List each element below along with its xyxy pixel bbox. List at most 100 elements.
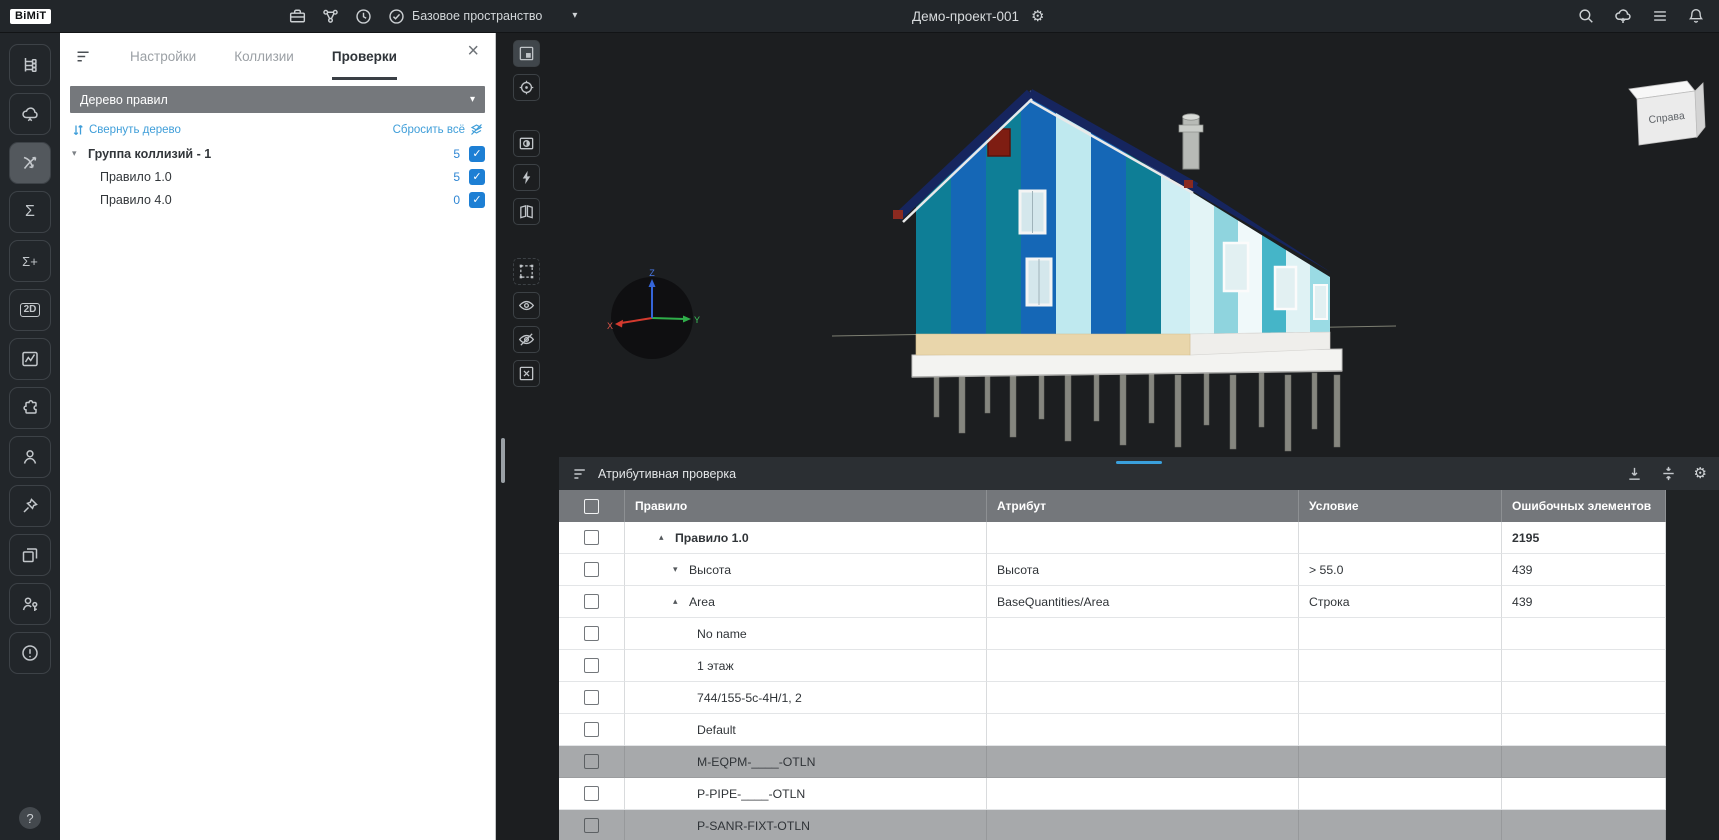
notifications-button[interactable] bbox=[1687, 7, 1705, 25]
project-settings-button[interactable]: ⚙ bbox=[1031, 9, 1044, 24]
caret-down-icon[interactable]: ▾ bbox=[72, 148, 88, 159]
reset-all-link[interactable]: Сбросить всё bbox=[393, 123, 483, 136]
panel-menu-button[interactable] bbox=[75, 48, 92, 65]
rule-condition bbox=[1299, 522, 1502, 554]
toolbox-button[interactable] bbox=[288, 7, 307, 26]
fit-vertical-button[interactable] bbox=[1660, 465, 1677, 482]
cloud-publish-button[interactable] bbox=[1613, 6, 1633, 26]
tab-collisions[interactable]: Коллизии bbox=[234, 33, 294, 80]
row-checkbox[interactable] bbox=[584, 562, 599, 577]
row-checkbox[interactable] bbox=[584, 594, 599, 609]
caret-up-icon[interactable]: ▴ bbox=[673, 596, 689, 607]
fit-selection-button[interactable] bbox=[513, 40, 540, 67]
row-checkbox[interactable] bbox=[584, 626, 599, 641]
table-row[interactable]: No name bbox=[559, 618, 1719, 650]
table-row[interactable]: ▴Area BaseQuantities/Area Строка 439 bbox=[559, 586, 1719, 618]
row-checkbox[interactable] bbox=[584, 722, 599, 737]
collision-count: 0 bbox=[453, 193, 460, 207]
rule-errors: 439 bbox=[1502, 554, 1666, 586]
align-bottom-button[interactable] bbox=[1626, 465, 1643, 482]
selection-box-button[interactable] bbox=[513, 258, 540, 285]
table-row[interactable]: ▾Высота Высота > 55.0 439 bbox=[559, 554, 1719, 586]
rail-users-button[interactable] bbox=[9, 436, 51, 478]
target-icon bbox=[518, 79, 535, 96]
rail-cloud-sync-button[interactable] bbox=[9, 93, 51, 135]
column-header-condition: Условие bbox=[1299, 490, 1502, 522]
tree-item-rule-4[interactable]: Правило 4.0 0 ✓ bbox=[60, 188, 495, 211]
panel-menu-button[interactable] bbox=[572, 466, 588, 482]
render-mode-button[interactable] bbox=[513, 130, 540, 157]
table-row[interactable]: Default bbox=[559, 714, 1719, 746]
workspace-dropdown[interactable]: Базовое пространство ▾ bbox=[412, 9, 577, 23]
tree-actions: Свернуть дерево Сбросить всё bbox=[72, 123, 483, 136]
hide-elements-button[interactable] bbox=[513, 326, 540, 353]
row-checkbox[interactable] bbox=[584, 786, 599, 801]
render-mode-icon bbox=[518, 135, 535, 152]
select-all-checkbox[interactable] bbox=[584, 499, 599, 514]
help-button[interactable]: ? bbox=[19, 807, 41, 829]
rail-packages-button[interactable] bbox=[9, 534, 51, 576]
tree-checkbox[interactable]: ✓ bbox=[469, 146, 485, 162]
rule-condition: > 55.0 bbox=[1299, 554, 1502, 586]
house-walls bbox=[916, 88, 1332, 355]
tree-checkbox[interactable]: ✓ bbox=[469, 169, 485, 185]
rail-access-button[interactable] bbox=[9, 583, 51, 625]
rail-clash-check-button[interactable] bbox=[9, 142, 51, 184]
table-row[interactable]: P-PIPE-____-OTLN bbox=[559, 778, 1719, 810]
rail-graphs-button[interactable] bbox=[9, 338, 51, 380]
viewport-3d[interactable]: X Y Z Справа bbox=[496, 33, 1719, 840]
orientation-axes-gizmo[interactable]: X Y Z bbox=[607, 268, 700, 359]
row-checkbox[interactable] bbox=[584, 754, 599, 769]
model-tree-icon bbox=[20, 55, 40, 75]
tab-checks[interactable]: Проверки bbox=[332, 33, 397, 80]
table-row-selected[interactable]: P-SANR-FIXT-OTLN bbox=[559, 810, 1719, 840]
tab-settings[interactable]: Настройки bbox=[130, 33, 196, 80]
list-button[interactable] bbox=[1651, 7, 1669, 25]
tree-item-rule-1[interactable]: Правило 1.0 5 ✓ bbox=[60, 165, 495, 188]
table-row[interactable]: ▴Правило 1.0 2195 bbox=[559, 522, 1719, 554]
rail-sum-button[interactable]: Σ bbox=[9, 191, 51, 233]
section-button[interactable] bbox=[513, 198, 540, 225]
rail-plugins-button[interactable] bbox=[9, 387, 51, 429]
caret-down-icon[interactable]: ▾ bbox=[673, 564, 689, 575]
pin-icon bbox=[20, 496, 40, 516]
layers-icon bbox=[20, 545, 40, 565]
table-settings-button[interactable]: ⚙ bbox=[1694, 466, 1707, 481]
check-circle-icon bbox=[387, 7, 406, 26]
nav-cube[interactable]: Справа bbox=[1629, 81, 1705, 145]
rule-name: 744/155-5c-4Н/1, 2 bbox=[625, 682, 987, 714]
row-checkbox[interactable] bbox=[584, 818, 599, 833]
show-elements-button[interactable] bbox=[513, 292, 540, 319]
panel-actions: ⚙ bbox=[1626, 465, 1707, 482]
search-button[interactable] bbox=[1577, 7, 1595, 25]
rules-tree-dropdown[interactable]: Дерево правил ▾ bbox=[70, 86, 485, 113]
approve-button[interactable] bbox=[387, 7, 406, 26]
rail-issues-button[interactable] bbox=[9, 632, 51, 674]
quick-actions-button[interactable] bbox=[513, 164, 540, 191]
team-button[interactable] bbox=[321, 7, 340, 26]
panel-drag-handle[interactable] bbox=[1116, 461, 1162, 464]
tree-checkbox[interactable]: ✓ bbox=[469, 192, 485, 208]
caret-up-icon[interactable]: ▴ bbox=[659, 532, 675, 543]
project-title: Демо-проект-001 bbox=[912, 9, 1019, 24]
row-checkbox[interactable] bbox=[584, 658, 599, 673]
rail-sum-plus-button[interactable]: Σ+ bbox=[9, 240, 51, 282]
table-row[interactable]: 744/155-5c-4Н/1, 2 bbox=[559, 682, 1719, 714]
rail-2d-view-button[interactable]: 2D bbox=[9, 289, 51, 331]
house-piles bbox=[934, 373, 1340, 451]
rail-structure-button[interactable] bbox=[9, 44, 51, 86]
close-panel-button[interactable]: × bbox=[467, 41, 479, 61]
row-checkbox[interactable] bbox=[584, 530, 599, 545]
table-row[interactable]: 1 этаж bbox=[559, 650, 1719, 682]
tree-item-group[interactable]: ▾ Группа коллизий - 1 5 ✓ bbox=[60, 142, 495, 165]
clear-selection-button[interactable] bbox=[513, 360, 540, 387]
collapse-tree-link[interactable]: Свернуть дерево bbox=[72, 124, 181, 136]
panel-scrollbar-thumb[interactable] bbox=[501, 438, 505, 483]
locate-button[interactable] bbox=[513, 74, 540, 101]
rail-pins-button[interactable] bbox=[9, 485, 51, 527]
row-checkbox[interactable] bbox=[584, 690, 599, 705]
box-x-icon bbox=[518, 365, 535, 382]
table-row-selected[interactable]: M-EQPM-____-OTLN bbox=[559, 746, 1719, 778]
graph-icon bbox=[20, 349, 40, 369]
history-button[interactable] bbox=[354, 7, 373, 26]
